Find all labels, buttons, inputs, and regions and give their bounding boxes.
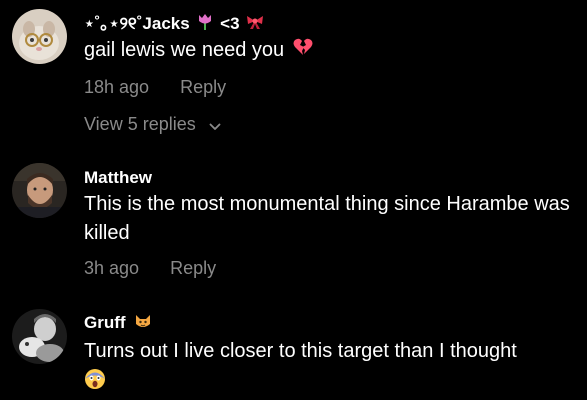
chevron-down-icon [209, 114, 221, 136]
screaming-face-emoji-icon [84, 368, 584, 399]
username-text: Matthew [84, 168, 152, 187]
comment: Gruff Turns out I live closer to this ta… [0, 300, 587, 400]
view-replies-button[interactable]: View 5 replies [84, 113, 221, 136]
broken-heart-emoji-icon [293, 36, 313, 65]
comment-text-content: Turns out I live closer to this target t… [84, 340, 517, 362]
comment-meta: 18h ago Reply [84, 76, 226, 98]
comment-text: Turns out I live closer to this target t… [84, 337, 584, 399]
username[interactable]: Matthew [84, 168, 152, 188]
username-text: Gruff [84, 313, 126, 332]
avatar[interactable] [12, 163, 67, 218]
comment-meta: 3h ago Reply [84, 257, 216, 279]
username-text: ⋆˚｡⋆୨୧˚Jacks [84, 13, 190, 33]
username-suffix: <3 [220, 13, 240, 33]
username[interactable]: Gruff [84, 313, 152, 334]
comment: ⋆˚｡⋆୨୧˚Jacks <3 gail lewis we need you 1… [0, 0, 587, 150]
comment-text: gail lewis we need you [84, 36, 584, 65]
reply-button[interactable]: Reply [170, 257, 216, 279]
tulip-emoji-icon [197, 13, 213, 36]
timestamp: 3h ago [84, 258, 140, 278]
comment-text-content: This is the most monumental thing since … [84, 193, 570, 244]
ribbon-emoji-icon [246, 14, 264, 35]
avatar[interactable] [12, 9, 67, 64]
comment-text-content: gail lewis we need you [84, 39, 285, 61]
comment-text: This is the most monumental thing since … [84, 190, 584, 248]
comment: Matthew This is the most monumental thin… [0, 150, 587, 300]
timestamp: 18h ago [84, 77, 150, 97]
avatar[interactable] [12, 309, 67, 364]
cat-emoji-icon [134, 313, 152, 334]
username[interactable]: ⋆˚｡⋆୨୧˚Jacks <3 [84, 13, 264, 36]
reply-button[interactable]: Reply [180, 76, 226, 98]
view-replies-label: View 5 replies [84, 114, 196, 134]
